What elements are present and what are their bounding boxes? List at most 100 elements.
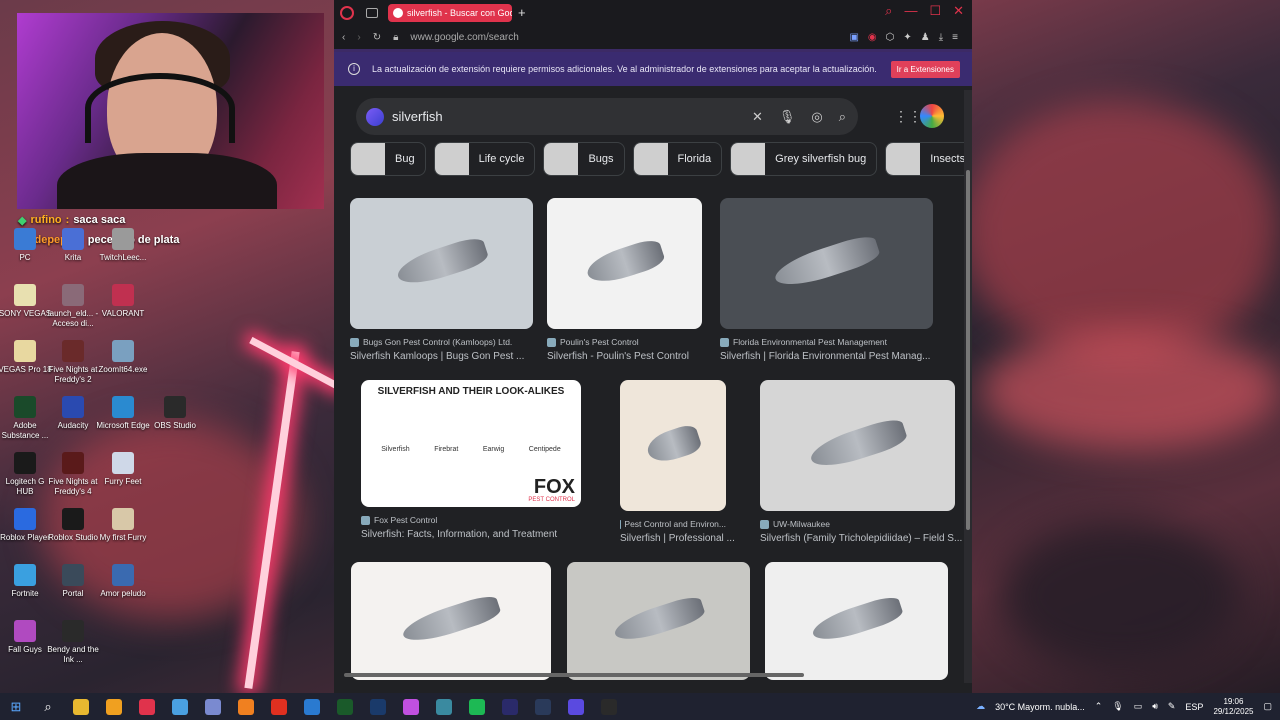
tab-active[interactable]: silverfish - Buscar con Goo × — [388, 3, 512, 22]
horizontal-scrollbar[interactable] — [334, 673, 964, 679]
weather-text[interactable]: 30°C Mayorm. nubla... — [995, 702, 1085, 712]
result-source[interactable]: Pest Control and Environ... — [620, 519, 726, 529]
search-icon[interactable]: ⌕ — [839, 109, 846, 125]
taskbar-app-icon[interactable] — [394, 698, 427, 715]
result-thumbnail[interactable] — [620, 380, 726, 511]
image-result[interactable]: Poulin's Pest Control Silverfish - Poulin… — [547, 198, 702, 362]
desktop-icon[interactable]: Five Nights at Freddy's 2 — [45, 340, 101, 385]
desktop-icon[interactable]: VALORANT — [95, 284, 151, 319]
chip-related-search[interactable]: Bug — [350, 142, 426, 176]
menu-icon[interactable]: ≡ — [952, 32, 958, 43]
search-input[interactable]: silverfish — [392, 109, 443, 124]
chip-related-search[interactable]: Florida — [632, 142, 723, 176]
result-thumbnail[interactable] — [350, 198, 533, 329]
image-result[interactable]: Bugs Gon Pest Control (Kamloops) Ltd. Sil… — [350, 198, 533, 362]
vertical-scrollbar[interactable] — [964, 90, 972, 683]
language-indicator[interactable]: ESP — [1185, 702, 1203, 712]
close-window-button[interactable]: ✕ — [953, 3, 964, 19]
desktop-icon[interactable]: Portal — [45, 564, 101, 599]
result-thumbnail[interactable]: SILVERFISH AND THEIR LOOK-ALIKES Silverfi… — [361, 380, 581, 507]
taskbar-app-icon[interactable] — [130, 698, 163, 715]
desktop-icon[interactable]: TwitchLeec... — [95, 228, 151, 263]
result-thumbnail[interactable] — [760, 380, 955, 511]
chip-related-search[interactable]: Life cycle — [433, 142, 536, 176]
result-title[interactable]: Silverfish | Florida Environmental Pest … — [720, 351, 933, 362]
pen-icon[interactable]: ✎ — [1168, 701, 1176, 712]
translate-icon[interactable]: ▣ — [849, 32, 858, 43]
network-icon[interactable]: ▭ — [1134, 701, 1143, 712]
desktop-icon[interactable]: OBS Studio — [147, 396, 203, 431]
extensions-icon[interactable]: ✦ — [903, 32, 911, 43]
taskbar-app-icon[interactable] — [64, 698, 97, 715]
search-tabs-icon[interactable]: ⌕ — [885, 3, 892, 19]
download-icon[interactable]: ⤓ — [939, 32, 943, 43]
taskbar-app-icon[interactable] — [559, 698, 592, 715]
result-source[interactable]: Bugs Gon Pest Control (Kamloops) Ltd. — [350, 337, 533, 347]
result-source[interactable]: Florida Environmental Pest Management — [720, 337, 933, 347]
image-result[interactable]: UW-Milwaukee Silverfish (Family Tricholep… — [760, 380, 962, 544]
tab-menu-icon[interactable] — [366, 7, 378, 18]
reload-icon[interactable]: ↻ — [373, 32, 381, 43]
opera-logo-icon[interactable] — [340, 5, 354, 20]
minimize-button[interactable]: — — [904, 3, 917, 19]
taskbar-app-icon[interactable] — [493, 698, 526, 715]
chip-related-search[interactable]: Bugs — [543, 142, 625, 176]
result-thumbnail[interactable] — [351, 562, 551, 680]
image-result[interactable]: Florida Environmental Pest Management Sil… — [720, 198, 933, 362]
avatar[interactable] — [918, 102, 946, 130]
desktop-icon[interactable]: Microsoft Edge — [95, 396, 151, 431]
desktop-icon[interactable]: Bendy and the Ink ... — [45, 620, 101, 665]
clear-icon[interactable]: ✕ — [752, 109, 763, 125]
desktop-icon[interactable]: Amor peludo — [95, 564, 151, 599]
url-field[interactable]: www.google.com/search — [410, 32, 518, 43]
weather-icon[interactable]: ☁ — [976, 701, 985, 712]
new-tab-button[interactable]: + — [518, 5, 526, 20]
result-source[interactable]: UW-Milwaukee — [760, 519, 955, 529]
taskbar-app-icon[interactable] — [460, 698, 493, 715]
search-box[interactable]: silverfish ✕ 🎙︎ ◎ ⌕ — [356, 98, 858, 135]
taskbar-app-icon[interactable] — [196, 698, 229, 715]
taskbar-app-icon[interactable] — [361, 698, 394, 715]
result-thumbnail[interactable] — [720, 198, 933, 329]
result-thumbnail[interactable] — [765, 562, 948, 680]
maximize-button[interactable]: ☐ — [929, 3, 941, 19]
result-thumbnail[interactable] — [547, 198, 702, 329]
chip-related-search[interactable]: Insects — [885, 142, 972, 176]
vpn-icon[interactable]: ◉ — [868, 32, 877, 43]
chip-related-search[interactable]: Grey silverfish bug — [730, 142, 878, 176]
desktop-icon[interactable]: Roblox Studio — [45, 508, 101, 543]
desktop-icon[interactable]: My first Furry — [95, 508, 151, 543]
taskbar-app-icon[interactable] — [97, 698, 130, 715]
microphone-icon[interactable]: 🎙︎ — [779, 109, 796, 125]
result-title[interactable]: Silverfish (Family Tricholepidiidae) – F… — [760, 533, 962, 544]
back-icon[interactable]: ‹ — [342, 32, 345, 43]
result-title[interactable]: Silverfish - Poulin's Pest Control — [547, 351, 702, 362]
image-result[interactable]: SILVERFISH AND THEIR LOOK-ALIKES Silverfi… — [361, 380, 581, 540]
taskbar-app-icon[interactable] — [427, 698, 460, 715]
result-title[interactable]: Silverfish: Facts, Information, and Trea… — [361, 529, 581, 540]
image-result[interactable]: Pest Control and Environ... Silverfish | … — [620, 380, 735, 544]
image-result[interactable] — [765, 562, 948, 680]
shield-icon[interactable]: ⬡ — [886, 32, 895, 43]
camera-icon[interactable]: ◎ — [811, 109, 822, 125]
desktop-icon[interactable]: Audacity — [45, 396, 101, 431]
profile-icon[interactable]: ♟ — [921, 32, 930, 43]
forward-icon[interactable]: › — [357, 32, 360, 43]
desktop-icon[interactable]: Furry Feet — [95, 452, 151, 487]
microphone-icon[interactable]: 🎙︎ — [1112, 701, 1123, 712]
taskbar-app-icon[interactable] — [592, 698, 625, 715]
desktop-icon[interactable]: Five Nights at Freddy's 4 — [45, 452, 101, 497]
taskbar-app-icon[interactable] — [262, 698, 295, 715]
result-source[interactable]: Poulin's Pest Control — [547, 337, 702, 347]
taskbar-app-icon[interactable] — [295, 698, 328, 715]
taskbar-app-icon[interactable] — [229, 698, 262, 715]
taskbar-app-icon[interactable] — [163, 698, 196, 715]
taskbar-app-icon[interactable] — [328, 698, 361, 715]
clock[interactable]: 19:06 29/12/2025 — [1213, 697, 1253, 717]
result-thumbnail[interactable] — [567, 562, 750, 680]
desktop-icon[interactable]: launch_eld... - Acceso di... — [45, 284, 101, 329]
speaker-icon[interactable]: 🔊︎ — [1152, 701, 1158, 712]
result-title[interactable]: Silverfish | Professional ... — [620, 533, 735, 544]
taskbar-app-icon[interactable] — [526, 698, 559, 715]
start-icon[interactable]: ⊞ — [0, 699, 32, 715]
